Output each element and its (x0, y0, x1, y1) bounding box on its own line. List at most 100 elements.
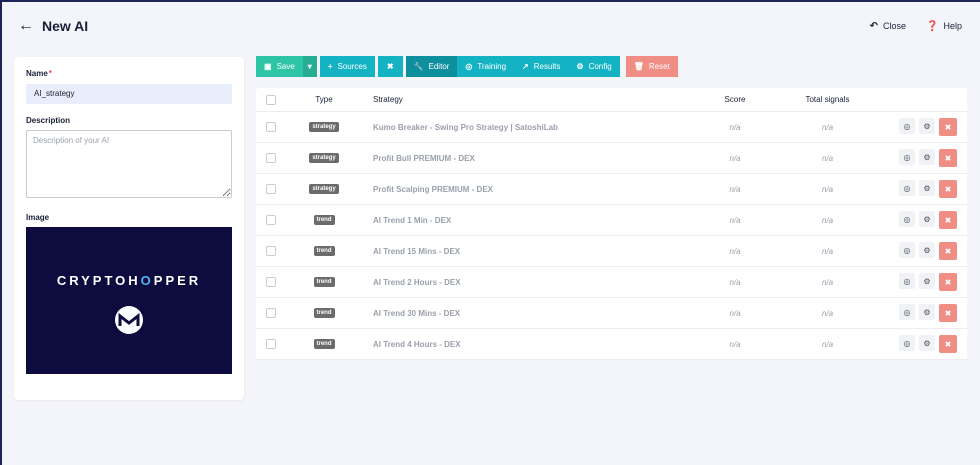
signals-value: n/a (821, 339, 834, 349)
target-icon[interactable]: ◎ (899, 335, 915, 351)
sources-button[interactable]: + Sources (319, 56, 375, 77)
type-badge: trend (313, 246, 335, 256)
gear-icon[interactable]: ⚙ (919, 211, 935, 227)
tab-training[interactable]: ◎ Training (457, 56, 515, 77)
signals-value: n/a (821, 184, 834, 194)
gear-icon[interactable]: ⚙ (919, 335, 935, 351)
strategy-name[interactable]: Profit Scalping PREMIUM - DEX (373, 185, 493, 194)
score-value: n/a (729, 215, 741, 225)
row-checkbox[interactable] (266, 122, 276, 132)
table-row[interactable]: strategy Kumo Breaker - Swing Pro Strateg… (256, 112, 967, 143)
row-checkbox[interactable] (266, 184, 276, 194)
table-row[interactable]: strategy Profit Bull PREMIUM - DEX n/a n/a ◎… (256, 143, 967, 174)
arrow-left-icon[interactable]: ← (18, 18, 34, 34)
select-all-checkbox[interactable] (266, 94, 276, 105)
table-row[interactable]: trend AI Trend 4 Hours - DEX n/a n/a ◎ ⚙ ✖ (256, 329, 967, 360)
row-checkbox[interactable] (266, 277, 276, 287)
strategy-name[interactable]: AI Trend 2 Hours - DEX (373, 278, 461, 287)
table-row[interactable]: trend AI Trend 15 Mins - DEX n/a n/a ◎ ⚙ ✖ (256, 236, 967, 267)
editor-label: Editor (428, 62, 450, 71)
ai-image[interactable]: CRYPTOHOPPER (26, 226, 232, 374)
results-label: Results (533, 62, 561, 71)
row-checkbox[interactable] (266, 246, 276, 256)
reset-button[interactable]: 🗑 Reset (625, 56, 678, 77)
target-icon[interactable]: ◎ (899, 149, 915, 165)
target-icon[interactable]: ◎ (899, 273, 915, 289)
strategy-table: Type Strategy Score Total signals strate… (256, 88, 967, 360)
delete-icon[interactable]: ✖ (939, 180, 957, 198)
signals-value: n/a (821, 246, 834, 256)
target-icon[interactable]: ◎ (899, 304, 915, 320)
page-title: New AI (42, 18, 89, 34)
score-value: n/a (729, 277, 741, 287)
delete-icon[interactable]: ✖ (939, 242, 957, 260)
required-mark: * (48, 69, 52, 78)
tab-results[interactable]: ↗ Results (514, 56, 569, 77)
strategy-name[interactable]: AI Trend 30 Mins - DEX (373, 309, 460, 318)
close-link[interactable]: ↶ Close (870, 21, 906, 32)
window-frame-top (0, 0, 980, 2)
strategy-name[interactable]: AI Trend 4 Hours - DEX (373, 340, 461, 349)
toolbar: ▣ Save ▾ + Sources ✖ 🔧 Editor ◎ Training… (256, 56, 678, 77)
gear-icon[interactable]: ⚙ (919, 242, 935, 258)
description-textarea[interactable] (26, 129, 232, 198)
gear-icon[interactable]: ⚙ (919, 118, 935, 134)
save-button-group: ▣ Save ▾ (256, 56, 317, 77)
strategy-name[interactable]: AI Trend 1 Min - DEX (373, 216, 451, 225)
row-checkbox[interactable] (266, 339, 276, 349)
brand-logo-text: CRYPTOHOPPER (56, 272, 202, 288)
delete-icon[interactable]: ✖ (939, 149, 957, 167)
signals-value: n/a (821, 122, 834, 132)
delete-icon[interactable]: ✖ (939, 304, 957, 322)
header-signals: Total signals (805, 95, 850, 104)
tab-editor[interactable]: 🔧 Editor (405, 56, 458, 77)
description-label: Description (26, 115, 71, 125)
name-input[interactable] (26, 83, 232, 104)
target-icon[interactable]: ◎ (899, 242, 915, 258)
question-circle-icon: ❓ (926, 20, 939, 32)
type-badge: trend (313, 277, 335, 287)
remove-button[interactable]: ✖ (377, 56, 403, 77)
name-label: Name* (26, 69, 52, 78)
coin-logo-icon (115, 305, 143, 334)
save-dropdown-toggle[interactable]: ▾ (302, 56, 317, 77)
gear-icon[interactable]: ⚙ (919, 273, 935, 289)
tab-config[interactable]: ⚙ Config (568, 56, 620, 77)
target-icon[interactable]: ◎ (899, 180, 915, 196)
row-checkbox[interactable] (266, 308, 276, 318)
table-row[interactable]: trend AI Trend 1 Min - DEX n/a n/a ◎ ⚙ ✖ (256, 205, 967, 236)
view-tabs: 🔧 Editor ◎ Training ↗ Results ⚙ Config (405, 56, 620, 77)
training-label: Training (477, 62, 507, 71)
delete-icon[interactable]: ✖ (939, 335, 957, 353)
delete-icon[interactable]: ✖ (939, 211, 957, 229)
gear-icon[interactable]: ⚙ (919, 149, 935, 165)
help-link[interactable]: ❓ Help (926, 21, 962, 32)
chevron-down-icon: ▾ (307, 62, 312, 71)
delete-icon[interactable]: ✖ (939, 118, 957, 136)
floppy-icon: ▣ (264, 62, 272, 71)
strategy-name[interactable]: Kumo Breaker - Swing Pro Strategy | Sato… (373, 123, 558, 132)
save-button[interactable]: ▣ Save (256, 56, 303, 77)
table-row[interactable]: strategy Profit Scalping PREMIUM - DEX n/a… (256, 174, 967, 205)
table-header-row: Type Strategy Score Total signals (256, 88, 967, 112)
signals-value: n/a (821, 308, 834, 318)
table-row[interactable]: trend AI Trend 30 Mins - DEX n/a n/a ◎ ⚙ ✖ (256, 298, 967, 329)
target-icon[interactable]: ◎ (899, 211, 915, 227)
type-badge: strategy (309, 122, 339, 132)
row-checkbox[interactable] (266, 153, 276, 163)
score-value: n/a (729, 122, 741, 132)
trash-icon: 🗑 (633, 62, 644, 71)
strategy-name[interactable]: Profit Bull PREMIUM - DEX (373, 154, 475, 163)
strategy-name[interactable]: AI Trend 15 Mins - DEX (373, 247, 460, 256)
target-icon[interactable]: ◎ (899, 118, 915, 134)
plus-icon: + (327, 62, 333, 71)
line-chart-icon: ↗ (522, 62, 529, 71)
reset-label: Reset (648, 62, 670, 71)
gear-icon[interactable]: ⚙ (919, 304, 935, 320)
score-value: n/a (729, 246, 741, 256)
score-value: n/a (729, 153, 741, 163)
row-checkbox[interactable] (266, 215, 276, 225)
gear-icon[interactable]: ⚙ (919, 180, 935, 196)
delete-icon[interactable]: ✖ (939, 273, 957, 291)
table-row[interactable]: trend AI Trend 2 Hours - DEX n/a n/a ◎ ⚙ ✖ (256, 267, 967, 298)
